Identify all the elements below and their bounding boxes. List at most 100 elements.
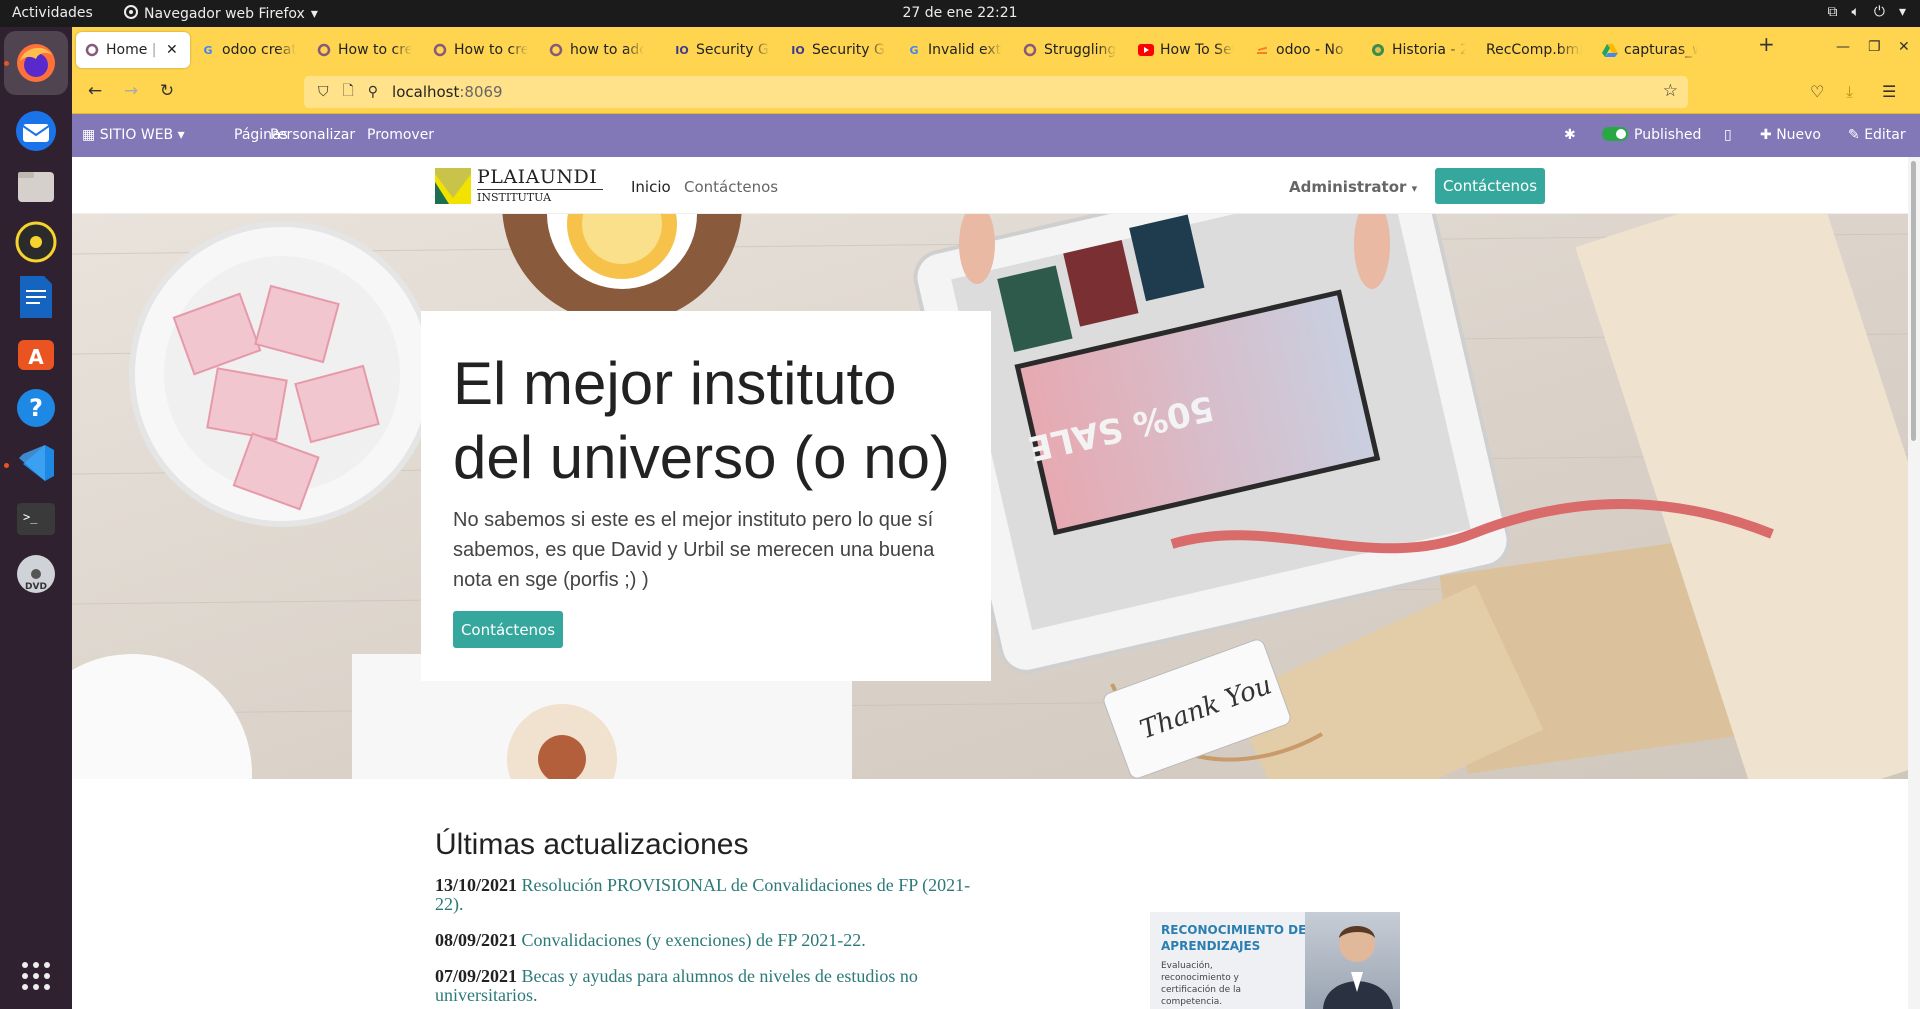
published-toggle[interactable]: Published [1602,127,1701,143]
promote-menu[interactable]: Promover [367,127,434,143]
plus-icon: ✚ [1760,127,1772,143]
window-close-button[interactable]: ✕ [1898,39,1910,55]
tab-security-groups-2[interactable]: IO Security Gr [782,32,894,68]
tab-label: how to add [570,42,644,58]
header-contact-button[interactable]: Contáctenos [1435,168,1545,204]
app-grid-icon[interactable] [11,951,61,1001]
drive-icon [1602,42,1618,58]
writer-icon[interactable] [11,272,61,322]
apps-menu[interactable]: ▦ SITIO WEB ▾ [82,127,185,143]
youtube-icon [1138,42,1154,58]
google-icon: G [203,43,213,57]
hero-text: No sabemos si este es el mejor instituto… [453,509,935,591]
recognition-banner[interactable]: RECONOCIMIENTO DE APRENDIZAJES Evaluació… [1150,912,1400,1009]
new-tab-button[interactable]: + [1758,32,1775,56]
bug-icon[interactable]: ✱ [1564,127,1576,143]
power-icon: ⏻ [1873,4,1885,20]
update-item: 08/09/2021 Convalidaciones (y exenciones… [435,931,995,950]
shield-icon[interactable]: ⛉ [318,84,329,100]
apps-grid-icon: ▦ [82,127,96,143]
files-icon[interactable] [11,161,61,211]
restore-button[interactable]: ❐ [1868,39,1881,55]
odoo-icon [1022,42,1038,58]
tab-how-to-create-1[interactable]: How to crea [308,32,420,68]
tab-how-to-create-2[interactable]: How to crea [424,32,536,68]
system-tray[interactable]: ⧉ 🔈︎ ⏻ ▾ [1827,4,1906,20]
tab-label: How to crea [338,42,412,58]
google-icon: G [909,43,919,57]
scrollbar-thumb[interactable] [1911,161,1916,441]
downloads-icon[interactable]: ⤓ [1846,82,1853,102]
tab-historia[interactable]: Historia - 20 [1362,32,1474,68]
forward-button[interactable]: → [118,81,144,105]
tab-home[interactable]: Home | M ✕ [76,32,190,68]
url-port: :8069 [459,83,503,101]
tab-how-to-add[interactable]: how to add [540,32,652,68]
close-icon[interactable]: ✕ [166,42,178,58]
hero-section: 50% SALE Thank You El mejor instituto de… [72,214,1908,779]
page-icon[interactable]: 🗋︎ [343,80,354,104]
svg-text:?: ? [29,394,43,422]
update-link[interactable]: Convalidaciones (y exenciones) de FP 202… [522,930,866,950]
help-icon[interactable]: ? [11,383,61,433]
tab-capturas[interactable]: capturas_w [1594,32,1706,68]
tab-odoo-no[interactable]: odoo - No n [1246,32,1358,68]
svg-text:A: A [28,345,44,369]
edit-button[interactable]: ✎ Editar [1848,127,1906,143]
tab-label: How to crea [454,42,528,58]
software-icon[interactable]: A [11,327,61,377]
odoo-icon [84,42,100,58]
update-date: 08/09/2021 [435,930,518,950]
tab-label: Historia - 20 [1392,42,1466,58]
reload-button[interactable]: ↻ [154,81,180,105]
back-button[interactable]: ← [82,81,108,105]
tab-label: odoo - No n [1276,42,1350,58]
hero-contact-button[interactable]: Contáctenos [453,611,563,648]
running-indicator [4,463,9,468]
logo-divider [477,189,603,190]
rhythmbox-icon[interactable] [11,217,61,267]
vscode-icon[interactable] [11,438,61,488]
page-scrollbar[interactable] [1908,157,1920,1009]
tab-invalid-external[interactable]: G Invalid exte [898,32,1010,68]
clock[interactable]: 27 de ene 22:21 [0,5,1920,21]
bookmark-star-icon[interactable]: ☆ [1663,81,1678,101]
terminal-icon[interactable]: >_ [11,494,61,544]
site-logo[interactable]: PLAIAUNDI INSTITUTUA [435,166,603,206]
logo-text: PLAIAUNDI [477,166,598,188]
dock: A ? >_ DVD [0,27,72,1009]
menu-inicio[interactable]: Inicio [631,178,671,196]
menu-icon[interactable]: ☰ [1882,82,1896,101]
update-date: 07/09/2021 [435,966,518,986]
tab-reccomp[interactable]: RecComp.bmp [1478,32,1590,68]
volume-icon: 🔈︎ [1851,4,1860,20]
tab-odoo-create[interactable]: G odoo create [192,32,304,68]
tab-strip: Home | M ✕ G odoo create How to crea How… [72,27,1920,72]
running-indicator [4,61,9,66]
url-bar[interactable]: ⛉ 🗋︎ ⚲ localhost:8069 ☆ [304,76,1688,108]
svg-text:DVD: DVD [25,582,47,592]
lo-icon: IO [791,43,805,57]
menu-contactenos[interactable]: Contáctenos [684,178,778,196]
admin-dropdown[interactable]: Administrator ▾ [1289,178,1417,196]
thunderbird-icon[interactable] [11,106,61,156]
tab-label: Home | M [106,42,160,58]
tab-how-to-set[interactable]: How To Set [1130,32,1242,68]
tab-struggling[interactable]: Struggling [1014,32,1126,68]
person-illustration [1323,926,1393,1009]
pocket-icon[interactable]: ♡ [1810,82,1824,101]
new-button[interactable]: ✚ Nuevo [1760,127,1821,143]
customize-menu[interactable]: Personalizar [270,127,355,143]
hero-title: El mejor instituto del universo (o no) [453,350,950,491]
odoo-icon [548,42,564,58]
chevron-down-icon: ▾ [177,127,185,143]
odoo-icon [432,42,448,58]
wiki-icon [1370,42,1386,58]
dvd-icon[interactable]: DVD [11,549,61,599]
firefox-icon[interactable] [4,31,68,95]
mobile-preview-icon[interactable]: ▯ [1724,127,1732,143]
minimize-button[interactable]: — [1836,39,1850,55]
apps-label: SITIO WEB [99,127,174,143]
tab-security-groups-1[interactable]: IO Security Gr [666,32,778,68]
permissions-icon[interactable]: ⚲ [368,84,378,100]
